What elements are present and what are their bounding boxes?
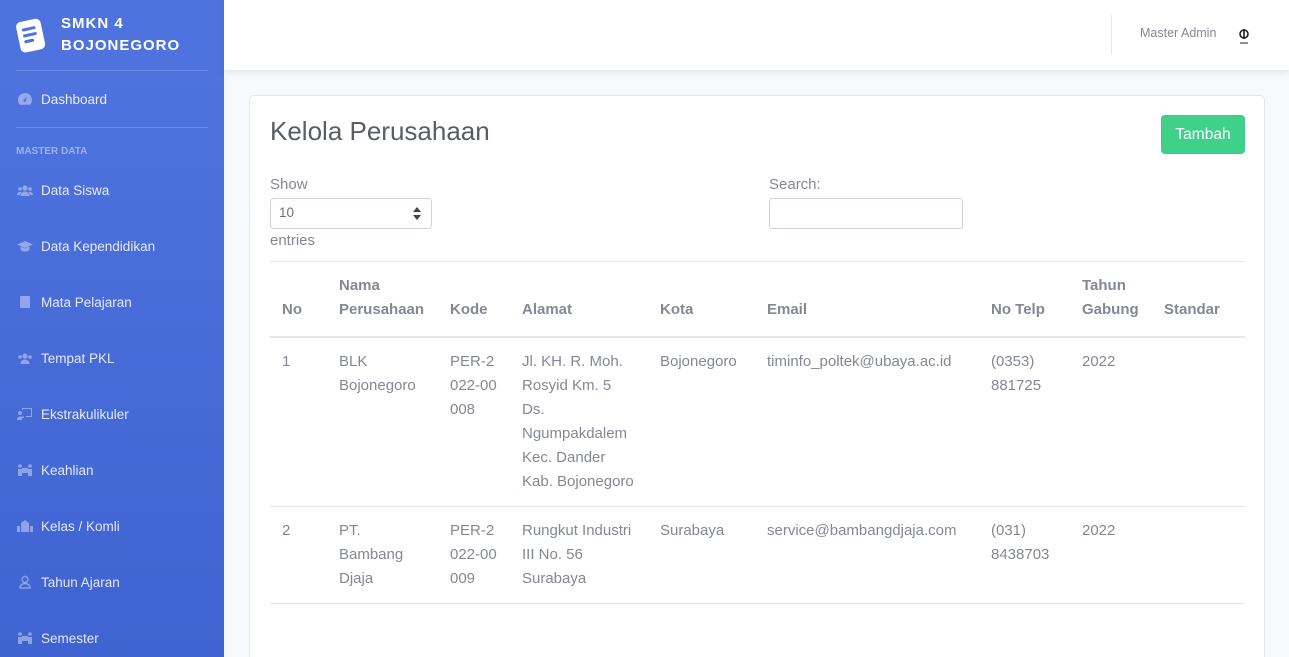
sidebar-item-label: Data Kependidikan — [41, 238, 156, 254]
sidebar-item-label: Keahlian — [41, 462, 94, 478]
cell-kode: PER-2022-00008 — [438, 337, 510, 507]
column-header-alamat[interactable]: Alamat — [510, 262, 648, 338]
column-header-standar[interactable]: Standar — [1152, 262, 1235, 338]
sidebar-item-ekstrakulikuler[interactable]: Ekstrakulikuler — [0, 386, 224, 442]
entries-length-select[interactable]: 10 — [270, 198, 432, 229]
add-button[interactable]: Tambah — [1161, 115, 1245, 154]
sidebar: SMKN 4 BOJONEGORO Dashboard MASTER DATA … — [0, 0, 224, 657]
table-wrapper: No Nama Perusahaan Kode Alamat Kota Emai… — [270, 261, 1245, 657]
cell-alamat: Rungkut Industri III No. 56 Surabaya — [510, 506, 648, 604]
cell-alamat: Jl. KH. R. Moh. Rosyid Km. 5 Ds. Ngumpak… — [510, 337, 648, 507]
sidebar-item-label: Data Siswa — [41, 182, 110, 198]
people-carry-icon — [17, 463, 33, 477]
column-header-kota[interactable]: Kota — [648, 262, 755, 338]
user-name[interactable]: Master Admin — [1140, 26, 1216, 40]
show-label: Show — [270, 176, 308, 193]
book-icon — [16, 18, 46, 53]
sidebar-item-semester[interactable]: Semester — [0, 610, 224, 657]
company-table: No Nama Perusahaan Kode Alamat Kota Emai… — [270, 262, 1245, 604]
column-header-no[interactable]: No — [270, 262, 327, 338]
cell-email: timinfo_poltek@ubaya.ac.id — [755, 337, 979, 507]
select-arrows-icon — [413, 207, 421, 220]
brand-name: SMKN 4 BOJONEGORO — [61, 13, 180, 57]
users-icon — [17, 183, 33, 197]
sidebar-item-label: Semester — [41, 630, 99, 646]
users-icon — [17, 351, 33, 365]
cell-no: 1 — [270, 337, 327, 507]
school-icon — [17, 519, 33, 533]
sidebar-item-keahlian[interactable]: Keahlian — [0, 442, 224, 498]
cell-telp: (031) 8438703 — [979, 506, 1070, 604]
sidebar-item-label: Ekstrakulikuler — [41, 406, 129, 422]
brand-line-2: BOJONEGORO — [61, 37, 181, 54]
sidebar-item-data-kependidikan[interactable]: Data Kependidikan — [0, 218, 224, 274]
cell-standar — [1152, 337, 1235, 507]
chalkboard-teacher-icon — [17, 407, 33, 421]
cell-tahun: 2022 — [1070, 337, 1152, 507]
column-header-email[interactable]: Email — [755, 262, 979, 338]
book-icon — [17, 295, 33, 309]
column-header-kode[interactable]: Kode — [438, 262, 510, 338]
cell-kode: PER-2022-00009 — [438, 506, 510, 604]
sidebar-heading: MASTER DATA — [16, 146, 88, 157]
column-header-nama[interactable]: Nama Perusahaan — [327, 262, 438, 338]
sidebar-item-label: Mata Pelajaran — [41, 294, 132, 310]
people-carry-icon — [17, 631, 33, 645]
topbar: Master Admin — [224, 0, 1289, 70]
sidebar-item-dashboard[interactable]: Dashboard — [0, 71, 224, 127]
sidebar-item-kelas-komli[interactable]: Kelas / Komli — [0, 498, 224, 554]
cell-no: 2 — [270, 506, 327, 604]
user-icon — [17, 575, 33, 589]
table-row: 2 PT. Bambang Djaja PER-2022-00009 Rungk… — [270, 506, 1245, 604]
sidebar-item-tempat-pkl[interactable]: Tempat PKL — [0, 330, 224, 386]
topbar-divider — [1111, 15, 1112, 54]
cell-telp: (0353) 881725 — [979, 337, 1070, 507]
brand-line-1: SMKN 4 — [61, 15, 124, 32]
tachometer-icon — [17, 92, 33, 106]
sidebar-item-tahun-ajaran[interactable]: Tahun Ajaran — [0, 554, 224, 610]
column-header-telp[interactable]: No Telp — [979, 262, 1070, 338]
sidebar-item-label: Kelas / Komli — [41, 518, 120, 534]
company-card: Kelola Perusahaan Tambah Show 10 entries… — [249, 95, 1265, 657]
avatar[interactable] — [1234, 27, 1254, 45]
page-title: Kelola Perusahaan — [270, 116, 490, 146]
cell-email: service@bambangdjaja.com — [755, 506, 979, 604]
search-input[interactable] — [769, 198, 963, 229]
sidebar-item-mata-pelajaran[interactable]: Mata Pelajaran — [0, 274, 224, 330]
column-header-tahun[interactable]: Tahun Gabung — [1070, 262, 1152, 338]
column-header-m[interactable]: M — [1235, 262, 1245, 338]
brand[interactable]: SMKN 4 BOJONEGORO — [0, 0, 224, 70]
cell-standar — [1152, 506, 1235, 604]
cell-kota: Surabaya — [648, 506, 755, 604]
cell-kota: Bojonegoro — [648, 337, 755, 507]
entries-label: entries — [270, 232, 316, 249]
sidebar-item-label: Dashboard — [41, 91, 108, 107]
search-label: Search: — [769, 176, 821, 193]
cell-status — [1235, 506, 1245, 604]
table-header-row: No Nama Perusahaan Kode Alamat Kota Emai… — [270, 262, 1245, 338]
sidebar-item-label: Tahun Ajaran — [41, 574, 120, 590]
cell-nama: PT. Bambang Djaja — [327, 506, 438, 604]
sidebar-item-data-siswa[interactable]: Data Siswa — [0, 162, 224, 218]
cell-tahun: 2022 — [1070, 506, 1152, 604]
cell-nama: BLK Bojonegoro — [327, 337, 438, 507]
sidebar-item-label: Tempat PKL — [41, 350, 115, 366]
table-row: 1 BLK Bojonegoro PER-2022-00008 Jl. KH. … — [270, 337, 1245, 507]
graduation-cap-icon — [17, 239, 33, 253]
cell-status — [1235, 337, 1245, 507]
entries-length-value: 10 — [279, 205, 295, 220]
